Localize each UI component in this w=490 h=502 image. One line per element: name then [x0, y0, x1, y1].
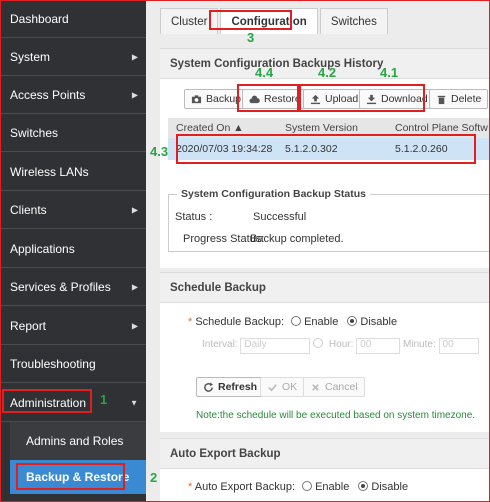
step-label-1: 1	[100, 392, 108, 407]
screenshot-border	[0, 0, 490, 502]
step-label-3: 3	[247, 30, 255, 45]
highlight-restore	[237, 84, 299, 112]
highlight-configuration-tab	[209, 10, 292, 30]
highlight-backup-restore	[16, 463, 125, 490]
highlight-table-row	[176, 134, 476, 164]
step-label-4-3: 4.3	[150, 144, 169, 159]
step-label-4-2: 4.2	[318, 65, 337, 80]
step-label-2: 2	[150, 470, 158, 485]
highlight-administration	[2, 389, 92, 413]
step-label-4-4: 4.4	[255, 65, 274, 80]
step-label-4-1: 4.1	[380, 65, 399, 80]
highlight-upload-download	[299, 84, 425, 112]
